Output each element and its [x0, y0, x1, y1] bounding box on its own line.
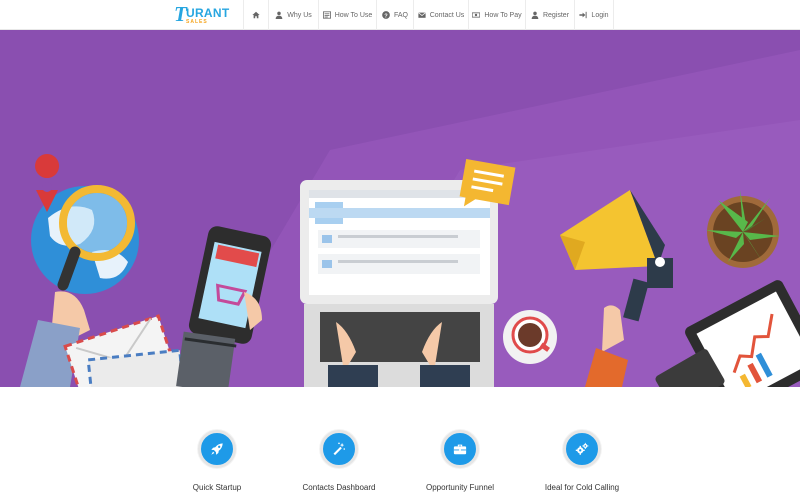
top-navbar: T URANT SALES Why Us How To Use ? FAQ Co… [0, 0, 800, 30]
nav-label: How To Pay [484, 11, 522, 19]
question-icon: ? [382, 11, 390, 19]
rocket-icon [211, 443, 223, 455]
nav-label: Register [542, 11, 570, 19]
feature-icon-circle [563, 430, 601, 468]
hero-illustration [20, 50, 800, 387]
magic-wand-icon [333, 442, 346, 456]
list-icon [322, 11, 331, 19]
feature-label: Opportunity Funnel [425, 483, 495, 492]
feature-contacts-dashboard[interactable]: Contacts Dashboard [279, 430, 399, 500]
feature-icon-circle [441, 430, 479, 468]
feature-quick-startup[interactable]: Quick Startup [157, 430, 277, 500]
nav-contact-us[interactable]: Contact Us [413, 0, 468, 30]
nav-label: Login [591, 11, 609, 19]
nav-label: Why Us [287, 11, 312, 19]
feature-opportunity-funnel[interactable]: Opportunity Funnel [400, 430, 520, 500]
feature-icon-circle [320, 430, 358, 468]
feature-label: Contacts Dashboard [302, 483, 376, 492]
laptop-illustration [300, 180, 498, 387]
nav-why-us[interactable]: Why Us [268, 0, 318, 30]
nav-label: Contact Us [429, 11, 465, 19]
svg-text:?: ? [384, 13, 388, 19]
logo-subtitle: SALES [186, 19, 208, 25]
user-icon [531, 11, 539, 19]
gears-icon [575, 442, 589, 455]
nav-faq[interactable]: ? FAQ [376, 0, 413, 30]
nav-home[interactable] [243, 0, 268, 30]
nav-how-to-pay[interactable]: How To Pay [468, 0, 525, 30]
logo-initial: T [174, 2, 187, 26]
nav-label: FAQ [393, 11, 408, 19]
hero-banner [0, 30, 800, 387]
envelope-icon [418, 12, 426, 18]
feature-ideal-for-cold-calling[interactable]: Ideal for Cold Calling [522, 430, 642, 500]
feature-label: Ideal for Cold Calling [544, 483, 620, 492]
briefcase-icon [453, 444, 467, 455]
feature-icon-circle [198, 430, 236, 468]
nav-label: How To Use [334, 11, 373, 19]
feature-label: Quick Startup [192, 483, 242, 492]
home-icon [252, 11, 260, 19]
nav-how-to-use[interactable]: How To Use [318, 0, 376, 30]
features-section: Quick Startup Contacts Dashboard Opportu… [0, 387, 800, 500]
coffee-cup-illustration [503, 310, 557, 364]
turant-sales-logo[interactable]: T URANT SALES [174, 2, 236, 27]
nav-login[interactable]: Login [574, 0, 614, 30]
money-icon [472, 12, 481, 18]
logo-word: URANT [186, 6, 230, 20]
nav-register[interactable]: Register [525, 0, 574, 30]
user-icon [275, 11, 283, 19]
sign-in-icon [579, 11, 588, 19]
